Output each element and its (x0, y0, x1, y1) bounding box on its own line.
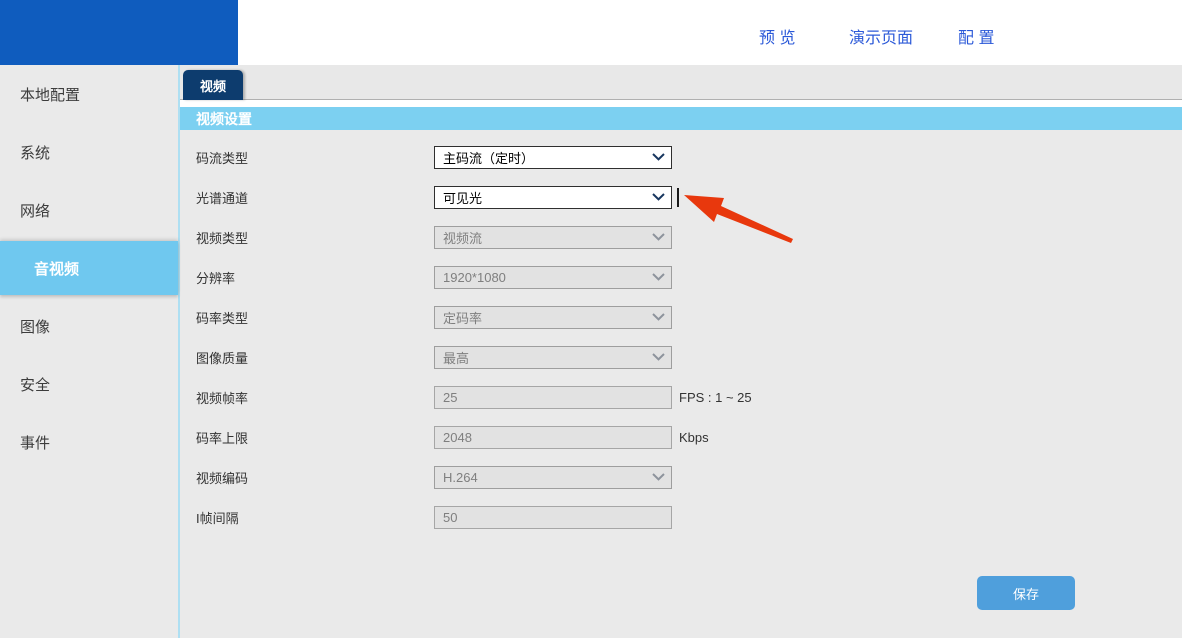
video-encoding-select: H.264 (434, 465, 672, 489)
sidebar-item-security[interactable]: 安全 (0, 355, 178, 413)
bitrate-type-value: 定码率 (443, 310, 483, 326)
chevron-down-icon (652, 273, 665, 281)
stream-type-label: 码流类型 (196, 150, 249, 166)
camera-config-page: { "header": { "nav": { "preview": "预 览",… (0, 0, 1182, 638)
video-settings-form: 码流类型 主码流（定时） 光谱通道 可见光 视频类型 视频流 分辨率 1920*… (180, 130, 1182, 537)
spectrum-channel-select[interactable]: 可见光 (434, 185, 672, 209)
sidebar: 本地配置 系统 网络 音视频 图像 安全 事件 (0, 65, 180, 638)
stream-type-select[interactable]: 主码流（定时） (434, 145, 672, 169)
iframe-interval-input (434, 505, 672, 529)
main-content: 视频 视频设置 码流类型 主码流（定时） 光谱通道 可见光 视频类型 视频流 分… (180, 65, 1182, 638)
form-row-iframe-interval: I帧间隔 (180, 497, 1182, 537)
chevron-down-icon (652, 153, 665, 161)
video-type-select: 视频流 (434, 225, 672, 249)
video-type-label: 视频类型 (196, 230, 249, 246)
sidebar-item-network[interactable]: 网络 (0, 181, 178, 239)
video-type-value: 视频流 (443, 230, 483, 246)
section-title: 视频设置 (180, 107, 1182, 130)
form-row-frame-rate: 视频帧率 FPS : 1 ~ 25 (180, 377, 1182, 417)
brand-logo (0, 0, 238, 65)
nav-config-link[interactable]: 配 置 (958, 24, 994, 48)
max-bitrate-input (434, 425, 672, 449)
max-bitrate-unit: Kbps (679, 429, 709, 445)
tab-video[interactable]: 视频 (183, 70, 244, 100)
spectrum-channel-value: 可见光 (443, 190, 483, 206)
frame-rate-hint: FPS : 1 ~ 25 (679, 389, 752, 405)
tab-bar-divider (180, 100, 1182, 107)
chevron-down-icon (652, 353, 665, 361)
chevron-down-icon (652, 233, 665, 241)
form-row-image-quality: 图像质量 最高 (180, 337, 1182, 377)
top-bar: 预 览 演示页面 配 置 (0, 0, 1182, 65)
video-encoding-label: 视频编码 (196, 470, 249, 486)
image-quality-value: 最高 (443, 350, 470, 366)
nav-demo-page-link[interactable]: 演示页面 (849, 24, 913, 48)
chevron-down-icon (652, 473, 665, 481)
tab-bar: 视频 (180, 65, 1182, 100)
form-row-stream-type: 码流类型 主码流（定时） (180, 137, 1182, 177)
iframe-interval-label: I帧间隔 (196, 510, 239, 526)
sidebar-item-image[interactable]: 图像 (0, 297, 178, 355)
form-row-video-type: 视频类型 视频流 (180, 217, 1182, 257)
image-quality-select: 最高 (434, 345, 672, 369)
image-quality-label: 图像质量 (196, 350, 249, 366)
form-row-max-bitrate: 码率上限 Kbps (180, 417, 1182, 457)
sidebar-item-event[interactable]: 事件 (0, 413, 178, 471)
form-row-video-encoding: 视频编码 H.264 (180, 457, 1182, 497)
sidebar-item-audio-video[interactable]: 音视频 (0, 241, 178, 295)
resolution-select: 1920*1080 (434, 265, 672, 289)
save-button[interactable]: 保存 (977, 576, 1075, 610)
form-row-bitrate-type: 码率类型 定码率 (180, 297, 1182, 337)
frame-rate-label: 视频帧率 (196, 390, 249, 406)
max-bitrate-label: 码率上限 (196, 430, 249, 446)
chevron-down-icon (652, 313, 665, 321)
resolution-value: 1920*1080 (443, 269, 506, 285)
sidebar-item-local-config[interactable]: 本地配置 (0, 65, 178, 123)
sidebar-item-system[interactable]: 系统 (0, 123, 178, 181)
resolution-label: 分辨率 (196, 270, 236, 286)
bitrate-type-select: 定码率 (434, 305, 672, 329)
text-caret (677, 188, 679, 207)
video-encoding-value: H.264 (443, 469, 478, 485)
stream-type-value: 主码流（定时） (443, 150, 535, 166)
form-row-resolution: 分辨率 1920*1080 (180, 257, 1182, 297)
bitrate-type-label: 码率类型 (196, 310, 249, 326)
nav-preview-link[interactable]: 预 览 (759, 24, 795, 48)
frame-rate-input (434, 385, 672, 409)
chevron-down-icon (652, 193, 665, 201)
form-row-spectrum-channel: 光谱通道 可见光 (180, 177, 1182, 217)
spectrum-channel-label: 光谱通道 (196, 190, 249, 206)
